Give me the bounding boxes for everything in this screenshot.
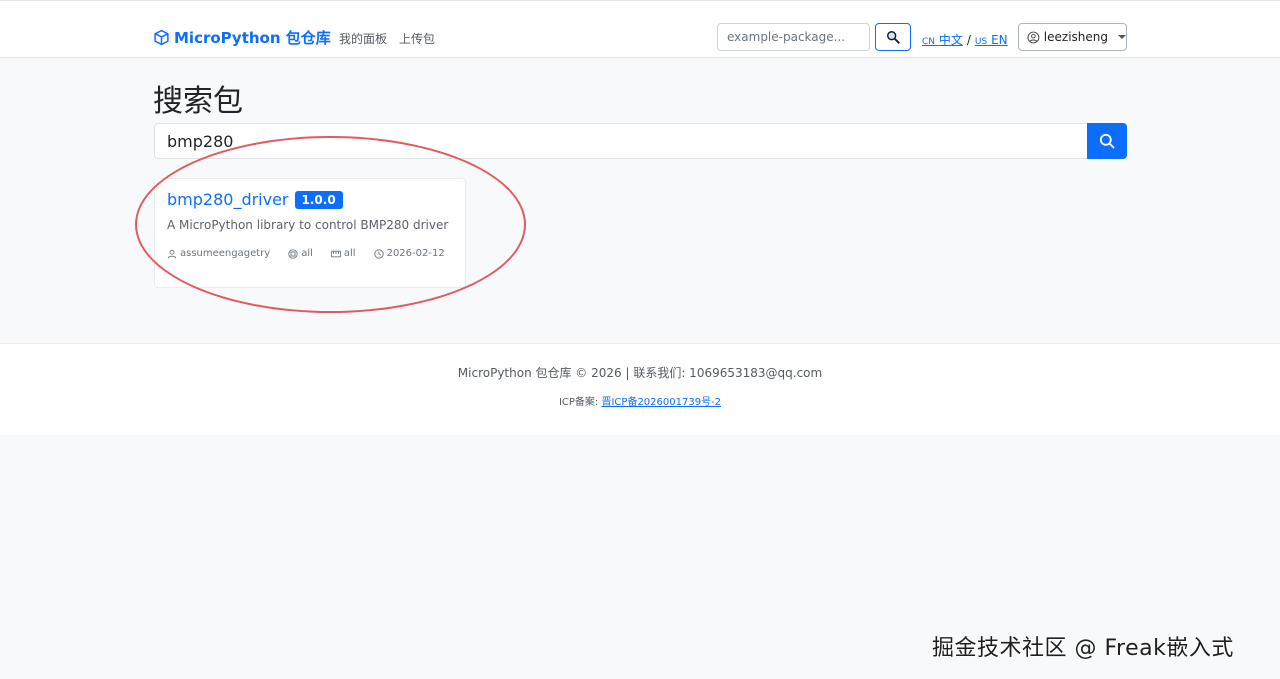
package-result-card[interactable]: bmp280_driver 1.0.0 A MicroPython librar… bbox=[154, 178, 466, 288]
footer-icp: ICP备案: 晋ICP备2026001739号-2 bbox=[0, 393, 1280, 408]
caret-down-icon bbox=[1118, 35, 1126, 39]
package-meta: assumeengagetry all all 2026-02-12 bbox=[167, 248, 445, 259]
page-title: 搜索包 bbox=[153, 84, 243, 119]
package-box-icon bbox=[154, 29, 169, 46]
meta-date: 2026-02-12 bbox=[373, 248, 445, 259]
package-name-link[interactable]: bmp280_driver bbox=[167, 190, 289, 209]
lang-link-zh[interactable]: CN 中文 bbox=[922, 31, 963, 48]
nav-links: 我的面板 上传包 bbox=[339, 30, 435, 47]
user-menu-dropdown[interactable]: leezisheng bbox=[1018, 23, 1127, 51]
person-icon bbox=[167, 249, 177, 258]
navbar-search-input[interactable] bbox=[717, 23, 870, 51]
cpu-icon bbox=[288, 248, 298, 259]
user-circle-icon bbox=[1027, 31, 1040, 43]
top-navbar: MicroPython 包仓库 我的面板 上传包 CN 中文 / US EN l… bbox=[0, 0, 1280, 58]
search-icon bbox=[887, 31, 900, 44]
lang-link-en[interactable]: US EN bbox=[975, 33, 1008, 47]
brand-link[interactable]: MicroPython 包仓库 bbox=[153, 27, 331, 48]
lang-separator: / bbox=[966, 33, 971, 47]
board-icon bbox=[331, 250, 341, 257]
package-description: A MicroPython library to control BMP280 … bbox=[167, 218, 449, 232]
version-badge: 1.0.0 bbox=[294, 190, 343, 209]
nav-link-dashboard[interactable]: 我的面板 bbox=[339, 30, 387, 47]
package-title-row: bmp280_driver 1.0.0 bbox=[167, 190, 343, 209]
language-switcher: CN 中文 / US EN bbox=[922, 31, 1008, 48]
site-footer: MicroPython 包仓库 © 2026 | 联系我们: 106965318… bbox=[0, 343, 1280, 435]
watermark-text: 掘金技术社区 @ Freak嵌入式 bbox=[932, 636, 1234, 661]
meta-author: assumeengagetry bbox=[167, 248, 270, 259]
icp-link[interactable]: 晋ICP备2026001739号-2 bbox=[601, 397, 721, 408]
username-label: leezisheng bbox=[1043, 30, 1108, 44]
search-icon bbox=[1099, 133, 1115, 149]
meta-board: all bbox=[331, 248, 356, 259]
brand-text: MicroPython 包仓库 bbox=[174, 29, 331, 47]
meta-chip: all bbox=[288, 248, 313, 259]
nav-link-upload[interactable]: 上传包 bbox=[399, 30, 435, 47]
navbar-search-button[interactable] bbox=[875, 23, 911, 51]
icp-prefix: ICP备案: bbox=[558, 397, 599, 408]
package-search-button[interactable] bbox=[1087, 123, 1127, 159]
clock-icon bbox=[373, 248, 384, 259]
package-search-input[interactable] bbox=[154, 123, 1088, 159]
footer-copyright: MicroPython 包仓库 © 2026 | 联系我们: 106965318… bbox=[457, 366, 823, 380]
